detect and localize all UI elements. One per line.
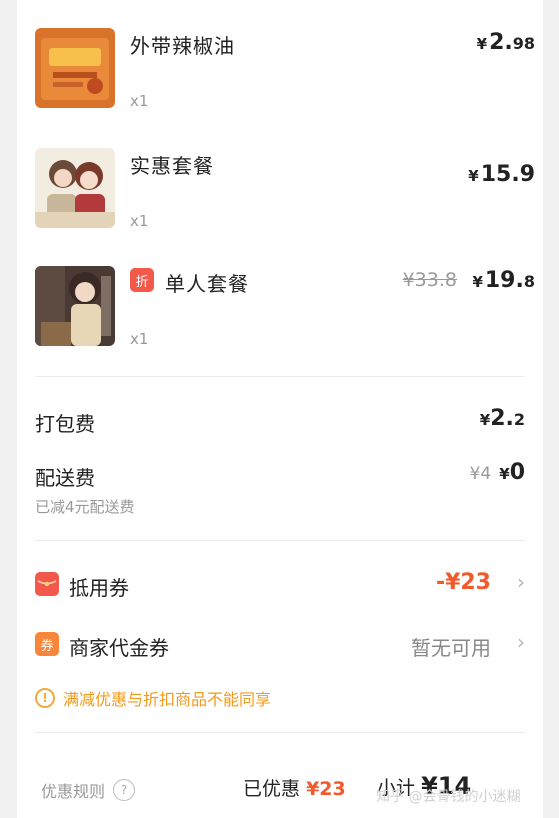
saved-amount: 已优惠 ¥23 [243,778,346,800]
red-envelope-icon [35,572,59,596]
discount-rules-link[interactable]: 优惠规则 ? [41,778,136,802]
warning-icon: ! [35,688,55,708]
saved-value: ¥23 [306,778,346,800]
packing-fee-label: 打包费 [35,412,95,436]
chili-oil-packet-image [35,28,115,108]
coupon-icon: 券 [35,632,59,656]
item-name: 外带辣椒油 [130,34,235,58]
order-item[interactable]: 折 单人套餐 x1 ¥33.8 ¥19.8 [35,266,535,356]
delivery-fee-note: 已减4元配送费 [35,498,135,516]
girl-illustration-image [35,266,115,346]
promo-notice-text: 满减优惠与折扣商品不能同享 [63,690,272,709]
discount-rules-label: 优惠规则 [41,782,106,801]
packing-fee-value: ¥2.2 [479,406,525,431]
merchant-voucher-label: 商家代金券 [69,636,169,660]
original-price: ¥33.8 [402,269,457,291]
item-price: ¥19.8 [472,268,535,293]
order-card: 外带辣椒油 x1 ¥2.98 实惠套餐 x1 ¥15.9 折 单人套餐 x1 ¥… [17,0,543,818]
item-quantity: x1 [130,212,149,230]
item-name: 实惠套餐 [130,154,214,178]
help-icon[interactable]: ? [113,779,136,801]
delivery-fee-label: 配送费 [35,466,95,490]
order-footer: 优惠规则 ? 已优惠 ¥23 小计 ¥14 [17,750,543,818]
order-item[interactable]: 实惠套餐 x1 ¥15.9 [35,148,535,238]
divider [35,540,525,541]
divider [35,732,525,733]
item-name: 单人套餐 [165,272,249,296]
delivery-fee-original: ¥4 [469,464,492,484]
merchant-voucher-row[interactable]: 券 商家代金券 暂无可用 › [17,620,543,668]
voucher-label: 抵用券 [69,576,129,600]
voucher-row[interactable]: 抵用券 -¥23 › [17,560,543,608]
item-thumbnail [35,148,115,228]
divider [35,376,525,377]
item-quantity: x1 [130,330,149,348]
order-item[interactable]: 外带辣椒油 x1 ¥2.98 [35,28,535,118]
delivery-fee-value: ¥4 ¥0 [469,460,525,485]
item-thumbnail [35,28,115,108]
item-quantity: x1 [130,92,149,110]
item-price: ¥15.9 [468,162,535,187]
voucher-value: -¥23 [435,570,491,595]
chevron-right-icon: › [517,630,525,654]
item-thumbnail [35,266,115,346]
promo-notice: ! 满减优惠与折扣商品不能同享 [35,686,271,710]
discount-badge: 折 [130,268,154,292]
merchant-voucher-value: 暂无可用 [411,636,491,660]
couple-illustration-image [35,148,115,228]
watermark: 知乎 @会骨钱的小迷糊 [376,789,521,805]
chevron-right-icon: › [517,570,525,594]
item-price: ¥2.98 [476,30,535,55]
